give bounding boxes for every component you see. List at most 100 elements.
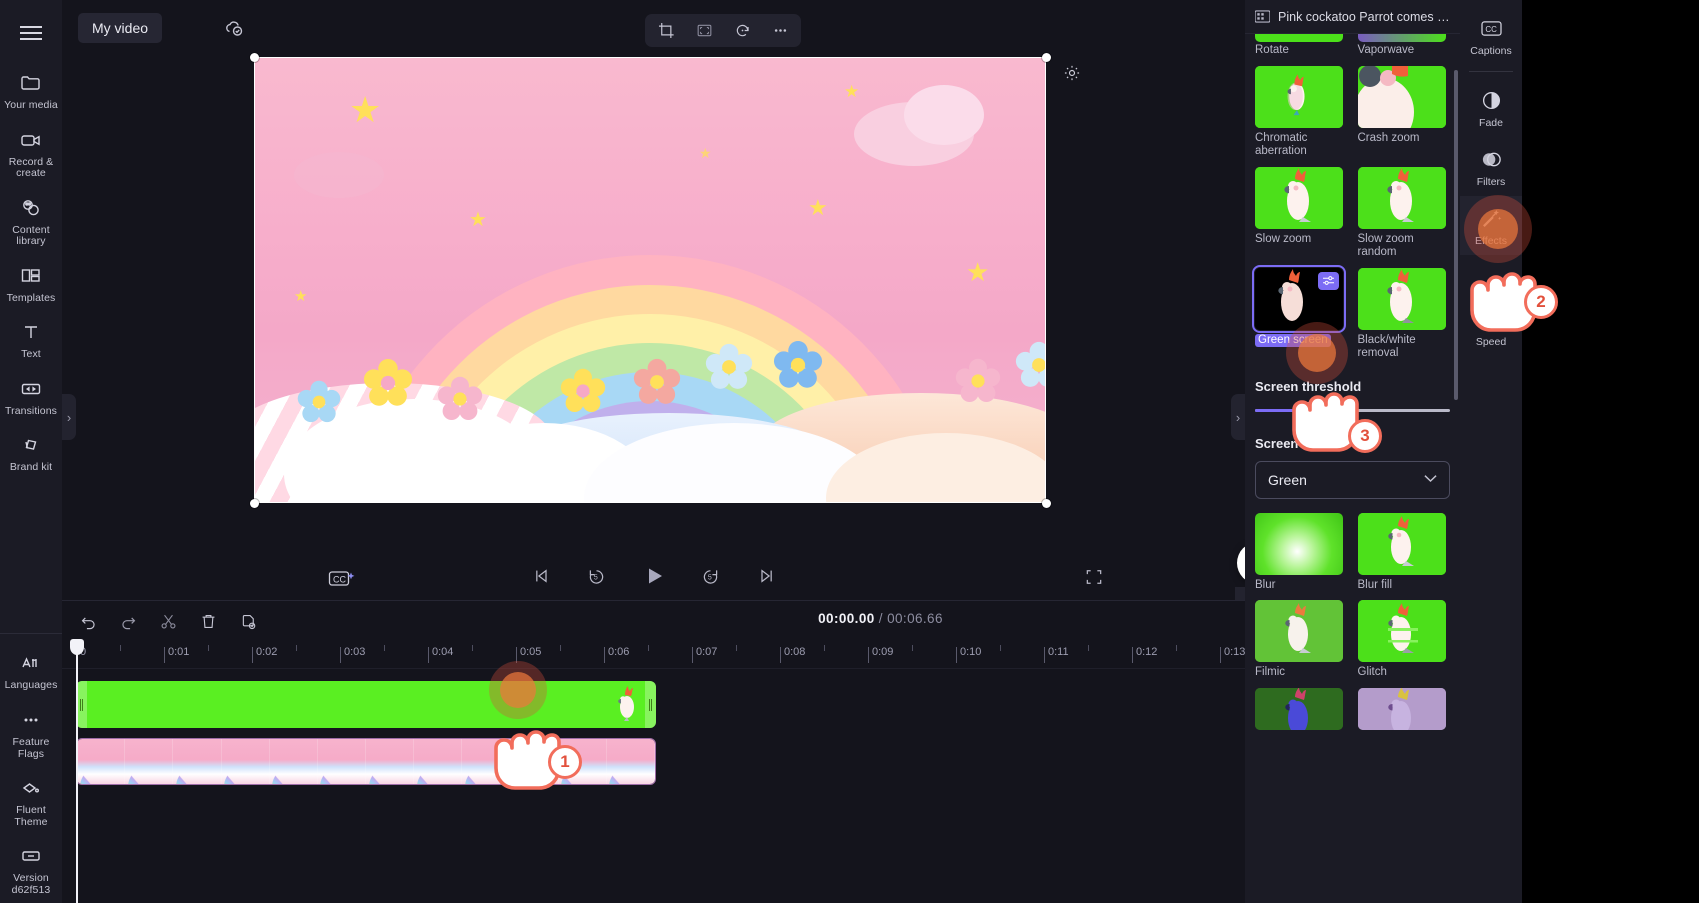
clip-trim-handle-right[interactable] [645, 681, 656, 728]
effect-settings-sliders-icon[interactable] [1318, 271, 1339, 290]
effect-item-filmic[interactable]: Filmic [1255, 600, 1348, 680]
screenshot-dead-zone [1522, 0, 1699, 903]
right-panel-expander[interactable]: › [1231, 394, 1245, 440]
rail-divider [1469, 71, 1513, 72]
resize-handle-bl[interactable] [250, 499, 259, 508]
playhead[interactable] [70, 639, 84, 903]
effect-item-green-screen[interactable]: Green screen [1251, 264, 1348, 361]
rotate-icon[interactable] [731, 20, 753, 42]
effect-item-rotate-label[interactable]: Rotate [1255, 44, 1348, 58]
settings-gear-icon[interactable] [1062, 63, 1084, 85]
play-button[interactable] [641, 563, 667, 589]
sidebar-item-feature-flags[interactable]: Feature Flags [0, 699, 62, 767]
effect-item-chromatic-aberration[interactable]: Chromatic aberration [1255, 65, 1348, 159]
effect-label: Rotate [1255, 44, 1289, 56]
tab-fade[interactable]: Fade [1460, 78, 1522, 137]
clip-thumbnail-strip [77, 739, 655, 784]
ruler-label: 0:09 [872, 646, 894, 658]
sidebar-item-brand-kit[interactable]: Brand kit [0, 424, 62, 481]
ellipsis-icon [19, 708, 43, 732]
video-canvas[interactable]: ★ ★ ★ ★ ★ ★ ★ [254, 57, 1046, 503]
rewind-5s-icon[interactable]: 5 [585, 564, 609, 588]
effects-panel-scrollbar[interactable] [1454, 70, 1458, 400]
time-separator: / [878, 611, 883, 626]
skip-to-start-icon[interactable] [529, 564, 553, 588]
effect-item-blur[interactable]: Blur [1255, 512, 1348, 593]
effect-thumbnail [1255, 512, 1343, 575]
effects-scroll-region[interactable]: Rotate Vaporwave Chromatic aberration Cr… [1245, 34, 1460, 903]
project-name-label: My video [92, 20, 149, 36]
effect-label: Blur [1255, 578, 1276, 591]
tab-speed[interactable]: Speed [1460, 297, 1522, 356]
effect-item-black-white-removal[interactable]: Black/white removal [1357, 267, 1451, 361]
ruler-label: 0:02 [256, 646, 278, 658]
sidebar-item-fluent-theme[interactable]: Fluent Theme [0, 767, 62, 835]
brand-kit-icon [19, 433, 43, 457]
effect-thumbnail [1255, 600, 1343, 662]
sidebar-item-content-library[interactable]: Content library [0, 187, 62, 255]
ruler-tick-minor [1000, 645, 1001, 651]
ruler-tick-minor [296, 645, 297, 651]
effects-grid: Rotate Vaporwave Chromatic aberration Cr… [1245, 42, 1460, 373]
screen-threshold-slider[interactable] [1245, 400, 1460, 422]
resize-handle-tr[interactable] [1042, 53, 1051, 62]
effect-item-vaporwave-label[interactable]: Vaporwave [1358, 44, 1451, 58]
folder-icon [19, 71, 43, 95]
sidebar-item-transitions[interactable]: Transitions [0, 368, 62, 425]
timeline-clip-video[interactable] [76, 681, 656, 728]
captions-cc-icon: CC [1479, 16, 1503, 40]
sidebar-item-text[interactable]: Text [0, 311, 62, 368]
effect-thumbnail [1357, 267, 1446, 330]
effect-item-crash-zoom[interactable]: Crash zoom [1357, 65, 1451, 159]
effect-item-blur-fill[interactable]: Blur fill [1357, 512, 1451, 593]
screen-color-select[interactable]: Green [1255, 460, 1450, 499]
project-name-field[interactable]: My video [78, 13, 163, 43]
rail-divider [0, 632, 62, 634]
resize-handle-br[interactable] [1042, 499, 1051, 508]
effect-label: Black/white removal [1357, 333, 1416, 360]
effect-item-partial-bottom-right[interactable] [1357, 687, 1451, 730]
tab-captions[interactable]: CC Captions [1460, 6, 1522, 65]
sidebar-item-label: Brand kit [9, 461, 53, 473]
effect-item-slow-zoom-random[interactable]: Slow zoom random [1357, 166, 1451, 260]
effect-thumbnail [1255, 166, 1343, 229]
speed-gauge-icon [1479, 307, 1503, 331]
sidebar-item-version[interactable]: Version d62f513 [0, 835, 62, 903]
effect-item-glitch[interactable]: Glitch [1357, 600, 1451, 680]
effects-partial-row [1245, 34, 1460, 42]
hamburger-menu-icon[interactable] [16, 18, 46, 48]
ruler-label: 0:03 [344, 646, 366, 658]
svg-text:5: 5 [708, 574, 712, 581]
effect-label: Vaporwave [1357, 44, 1415, 56]
effect-thumb-partial-rotate[interactable] [1255, 34, 1343, 42]
fullscreen-icon[interactable] [1084, 567, 1106, 589]
crop-icon[interactable] [655, 20, 677, 42]
sidebar-item-languages[interactable]: Languages [0, 642, 62, 700]
sidebar-item-your-media[interactable]: Your media [0, 62, 62, 119]
sidebar-item-record-create[interactable]: Record & create [0, 119, 62, 187]
tab-filters[interactable]: Filters [1460, 137, 1522, 196]
canvas-tools-toolbar [645, 14, 801, 47]
effect-item-partial-bottom-left[interactable] [1255, 687, 1348, 730]
fade-icon [1479, 88, 1503, 112]
left-panel-expander[interactable]: › [62, 394, 76, 440]
tab-effects[interactable]: Effects [1460, 196, 1522, 255]
effect-thumb-partial-vaporwave[interactable] [1357, 34, 1446, 42]
ruler-label: 0:04 [432, 646, 454, 658]
effect-label: Green screen [1255, 333, 1331, 347]
slider-knob[interactable] [1299, 401, 1316, 419]
sidebar-item-label: Content library [12, 223, 50, 247]
effect-label: Slow zoom random [1357, 232, 1414, 259]
film-strip-icon [1254, 10, 1271, 23]
sidebar-item-label: Record & create [8, 155, 54, 179]
screen-color-label: Screen color [1255, 435, 1334, 451]
more-options-icon[interactable] [769, 20, 791, 42]
text-t-icon [19, 320, 43, 344]
effect-item-slow-zoom[interactable]: Slow zoom [1255, 166, 1348, 260]
sidebar-item-templates[interactable]: Templates [0, 255, 62, 312]
resize-handle-tl[interactable] [250, 53, 259, 62]
timeline-clip-background[interactable] [76, 738, 656, 785]
fit-to-frame-icon[interactable] [693, 20, 715, 42]
skip-to-end-icon[interactable] [755, 564, 779, 588]
forward-5s-icon[interactable]: 5 [699, 564, 723, 588]
